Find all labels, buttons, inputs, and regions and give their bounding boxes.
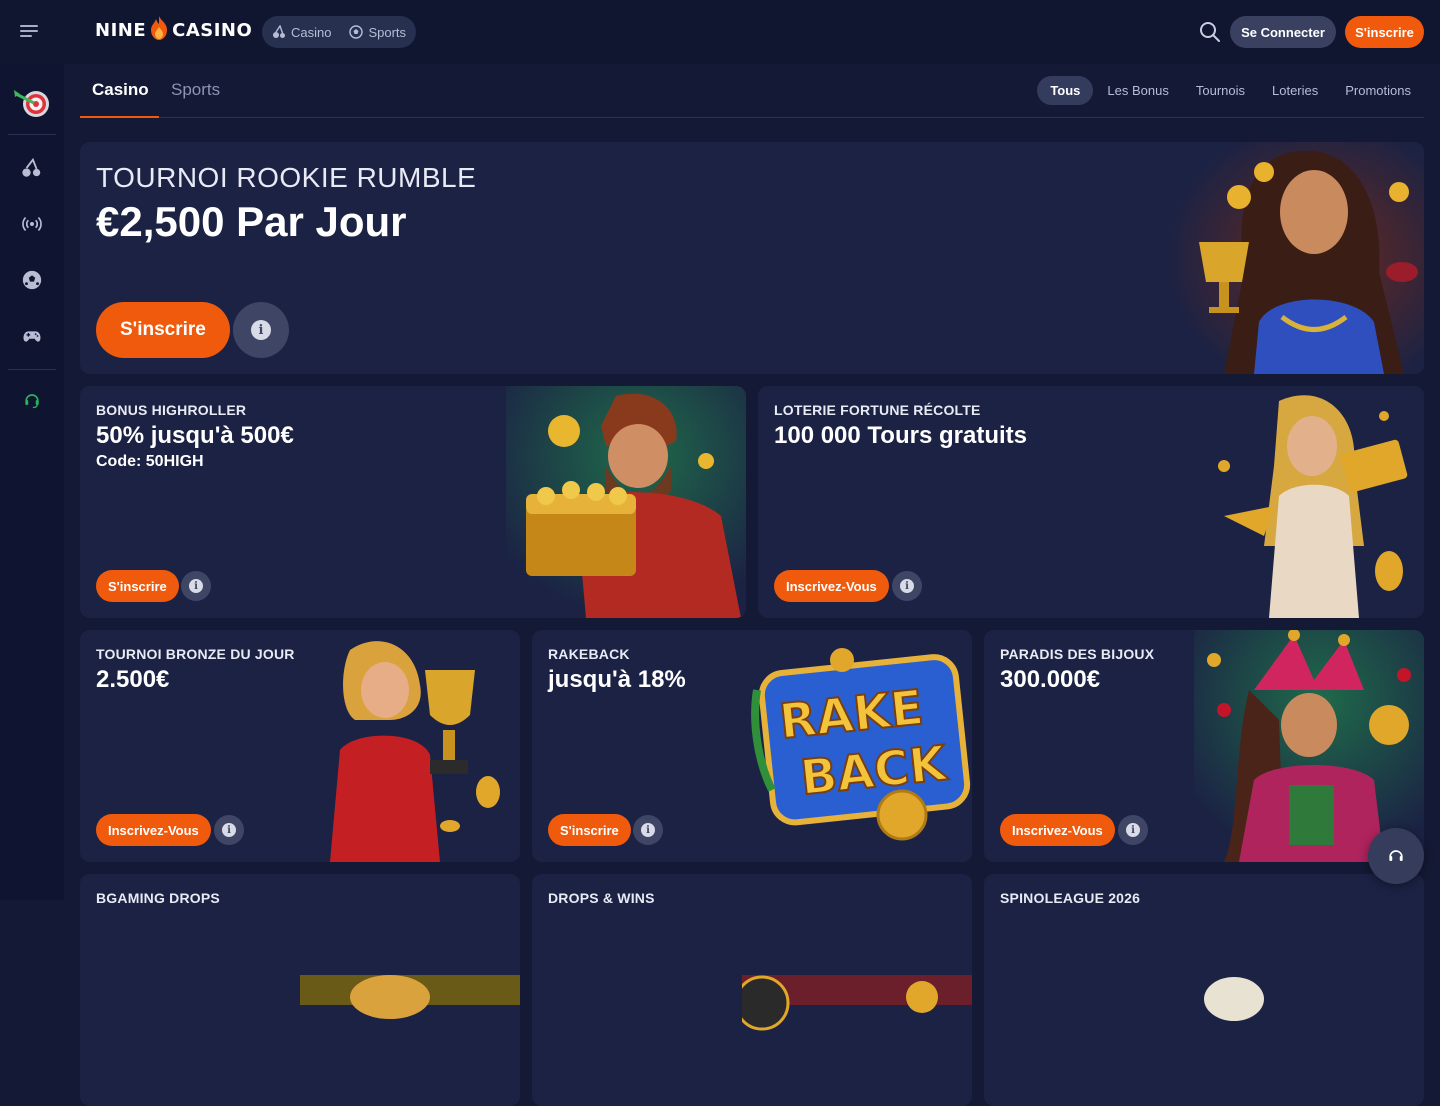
switch-sports-label: Sports: [368, 24, 407, 40]
switch-sports[interactable]: Sports: [349, 25, 406, 40]
card-eyebrow: DROPS & WINS: [548, 890, 655, 906]
tab-sports[interactable]: Sports: [171, 80, 220, 100]
support-chat-button[interactable]: [1368, 828, 1424, 884]
card-info-button[interactable]: i: [181, 571, 211, 601]
jester-woman-art: [1194, 630, 1424, 862]
cherry-icon[interactable]: [18, 154, 46, 182]
headset-support-icon[interactable]: [18, 386, 46, 414]
live-broadcast-icon[interactable]: [18, 210, 46, 238]
card-eyebrow: BONUS HIGHROLLER: [96, 402, 247, 418]
promo-card-bronze-tournament[interactable]: TOURNOI BRONZE DU JOUR 2.500€ Inscrivez-…: [80, 630, 520, 862]
soccer-ball-icon: [349, 25, 364, 39]
card-info-button[interactable]: i: [633, 815, 663, 845]
fox-flame-icon: [151, 15, 168, 40]
hero-info-button[interactable]: i: [233, 302, 289, 358]
hero-promo-card[interactable]: TOURNOI ROOKIE RUMBLE €2,500 Par Jour S'…: [80, 142, 1424, 374]
card-eyebrow: RAKEBACK: [548, 646, 630, 662]
card-signup-button[interactable]: S'inscrire: [548, 814, 631, 846]
sidebar-divider: [8, 134, 56, 135]
card-eyebrow: SPINOLEAGUE 2026: [1000, 890, 1141, 906]
logo-text-right: CASINO: [172, 20, 253, 41]
hero-signup-button[interactable]: S'inscrire: [96, 302, 230, 358]
info-icon: i: [641, 823, 655, 837]
promo-card-highroller[interactable]: BONUS HIGHROLLER 50% jusqu'à 500€ Code: …: [80, 386, 746, 618]
card-eyebrow: BGAMING DROPS: [96, 890, 220, 906]
card-promo-code: Code: 50HIGH: [96, 453, 204, 470]
filter-tous[interactable]: Tous: [1037, 76, 1094, 105]
filter-pills: Tous Les Bonus Tournois Loteries Promoti…: [1036, 76, 1424, 105]
hero-eyebrow: TOURNOI ROOKIE RUMBLE: [96, 162, 477, 193]
card-eyebrow: LOTERIE FORTUNE RÉCOLTE: [774, 402, 981, 418]
cherry-icon: [273, 25, 285, 38]
card-eyebrow: TOURNOI BRONZE DU JOUR: [96, 646, 295, 662]
nine-casino-logo[interactable]: NINE CASINO: [95, 15, 253, 41]
card-signup-button[interactable]: Inscrivez-Vous: [1000, 814, 1115, 846]
content-tabs: Casino Sports Tous Les Bonus Tournois Lo…: [80, 64, 1424, 118]
info-icon: i: [251, 320, 271, 340]
info-icon: i: [900, 579, 914, 593]
sidebar: [0, 64, 64, 900]
search-icon[interactable]: [1198, 20, 1222, 44]
card-info-button[interactable]: i: [1118, 815, 1148, 845]
card-signup-button[interactable]: S'inscrire: [96, 570, 179, 602]
hero-character-art: [1164, 142, 1424, 374]
filter-promotions[interactable]: Promotions: [1332, 76, 1424, 105]
promo-card-rakeback[interactable]: RAKE BACK RAKEBACK jusqu'à 18% S'inscrir…: [532, 630, 972, 862]
promo-card-bgaming-drops[interactable]: BGAMING DROPS: [80, 874, 520, 1106]
filter-tournois[interactable]: Tournois: [1183, 76, 1258, 105]
gamepad-icon[interactable]: [18, 322, 46, 350]
switch-casino[interactable]: Casino: [272, 25, 331, 40]
card-signup-button[interactable]: Inscrivez-Vous: [96, 814, 211, 846]
info-icon: i: [1126, 823, 1140, 837]
switch-casino-label: Casino: [291, 24, 332, 40]
tab-casino[interactable]: Casino: [92, 80, 149, 100]
golden-dress-woman-art: [1184, 386, 1424, 618]
hero-headline: €2,500 Par Jour: [96, 198, 407, 245]
viking-gold-chest-art: [506, 386, 746, 618]
info-icon: i: [189, 579, 203, 593]
login-button[interactable]: Se Connecter: [1230, 16, 1336, 48]
card-signup-button[interactable]: Inscrivez-Vous: [774, 570, 889, 602]
filter-les-bonus[interactable]: Les Bonus: [1094, 76, 1181, 105]
active-tab-indicator: [80, 116, 159, 118]
promotions-target-icon[interactable]: [12, 82, 52, 122]
filter-loteries[interactable]: Loteries: [1259, 76, 1331, 105]
card-headline: 300.000€: [1000, 666, 1101, 693]
card-info-button[interactable]: i: [214, 815, 244, 845]
logo-text-left: NINE: [95, 20, 147, 41]
promo-card-drops-wins[interactable]: DROPS & WINS: [532, 874, 972, 1106]
sidebar-divider: [8, 369, 56, 370]
drops-wins-art: [742, 975, 972, 1031]
rakeback-badge-art: RAKE BACK: [742, 630, 972, 862]
card-headline: jusqu'à 18%: [548, 666, 686, 693]
bgaming-drops-art: [300, 975, 520, 1019]
card-headline: 100 000 Tours gratuits: [774, 422, 1027, 449]
headset-icon: [1389, 850, 1403, 861]
card-headline: 50% jusqu'à 500€: [96, 422, 294, 449]
promo-card-spinoleague[interactable]: SPINOLEAGUE 2026: [984, 874, 1424, 1106]
trophy-woman-art: [310, 630, 520, 862]
card-info-button[interactable]: i: [892, 571, 922, 601]
signup-button[interactable]: S'inscrire: [1345, 16, 1424, 48]
info-icon: i: [222, 823, 236, 837]
hamburger-menu-icon[interactable]: [20, 22, 44, 42]
soccer-ball-icon[interactable]: [18, 266, 46, 294]
card-eyebrow: PARADIS DES BIJOUX: [1000, 646, 1155, 662]
top-bar: NINE CASINO Casino Sports Se Connecter S…: [0, 0, 1440, 64]
spinoleague-art: [1194, 975, 1424, 1021]
casino-sports-switch: Casino Sports: [262, 16, 417, 48]
promo-card-fortune-harvest[interactable]: LOTERIE FORTUNE RÉCOLTE 100 000 Tours gr…: [758, 386, 1424, 618]
promo-card-jewel-paradise[interactable]: PARADIS DES BIJOUX 300.000€ Inscrivez-Vo…: [984, 630, 1424, 862]
card-headline: 2.500€: [96, 666, 170, 693]
